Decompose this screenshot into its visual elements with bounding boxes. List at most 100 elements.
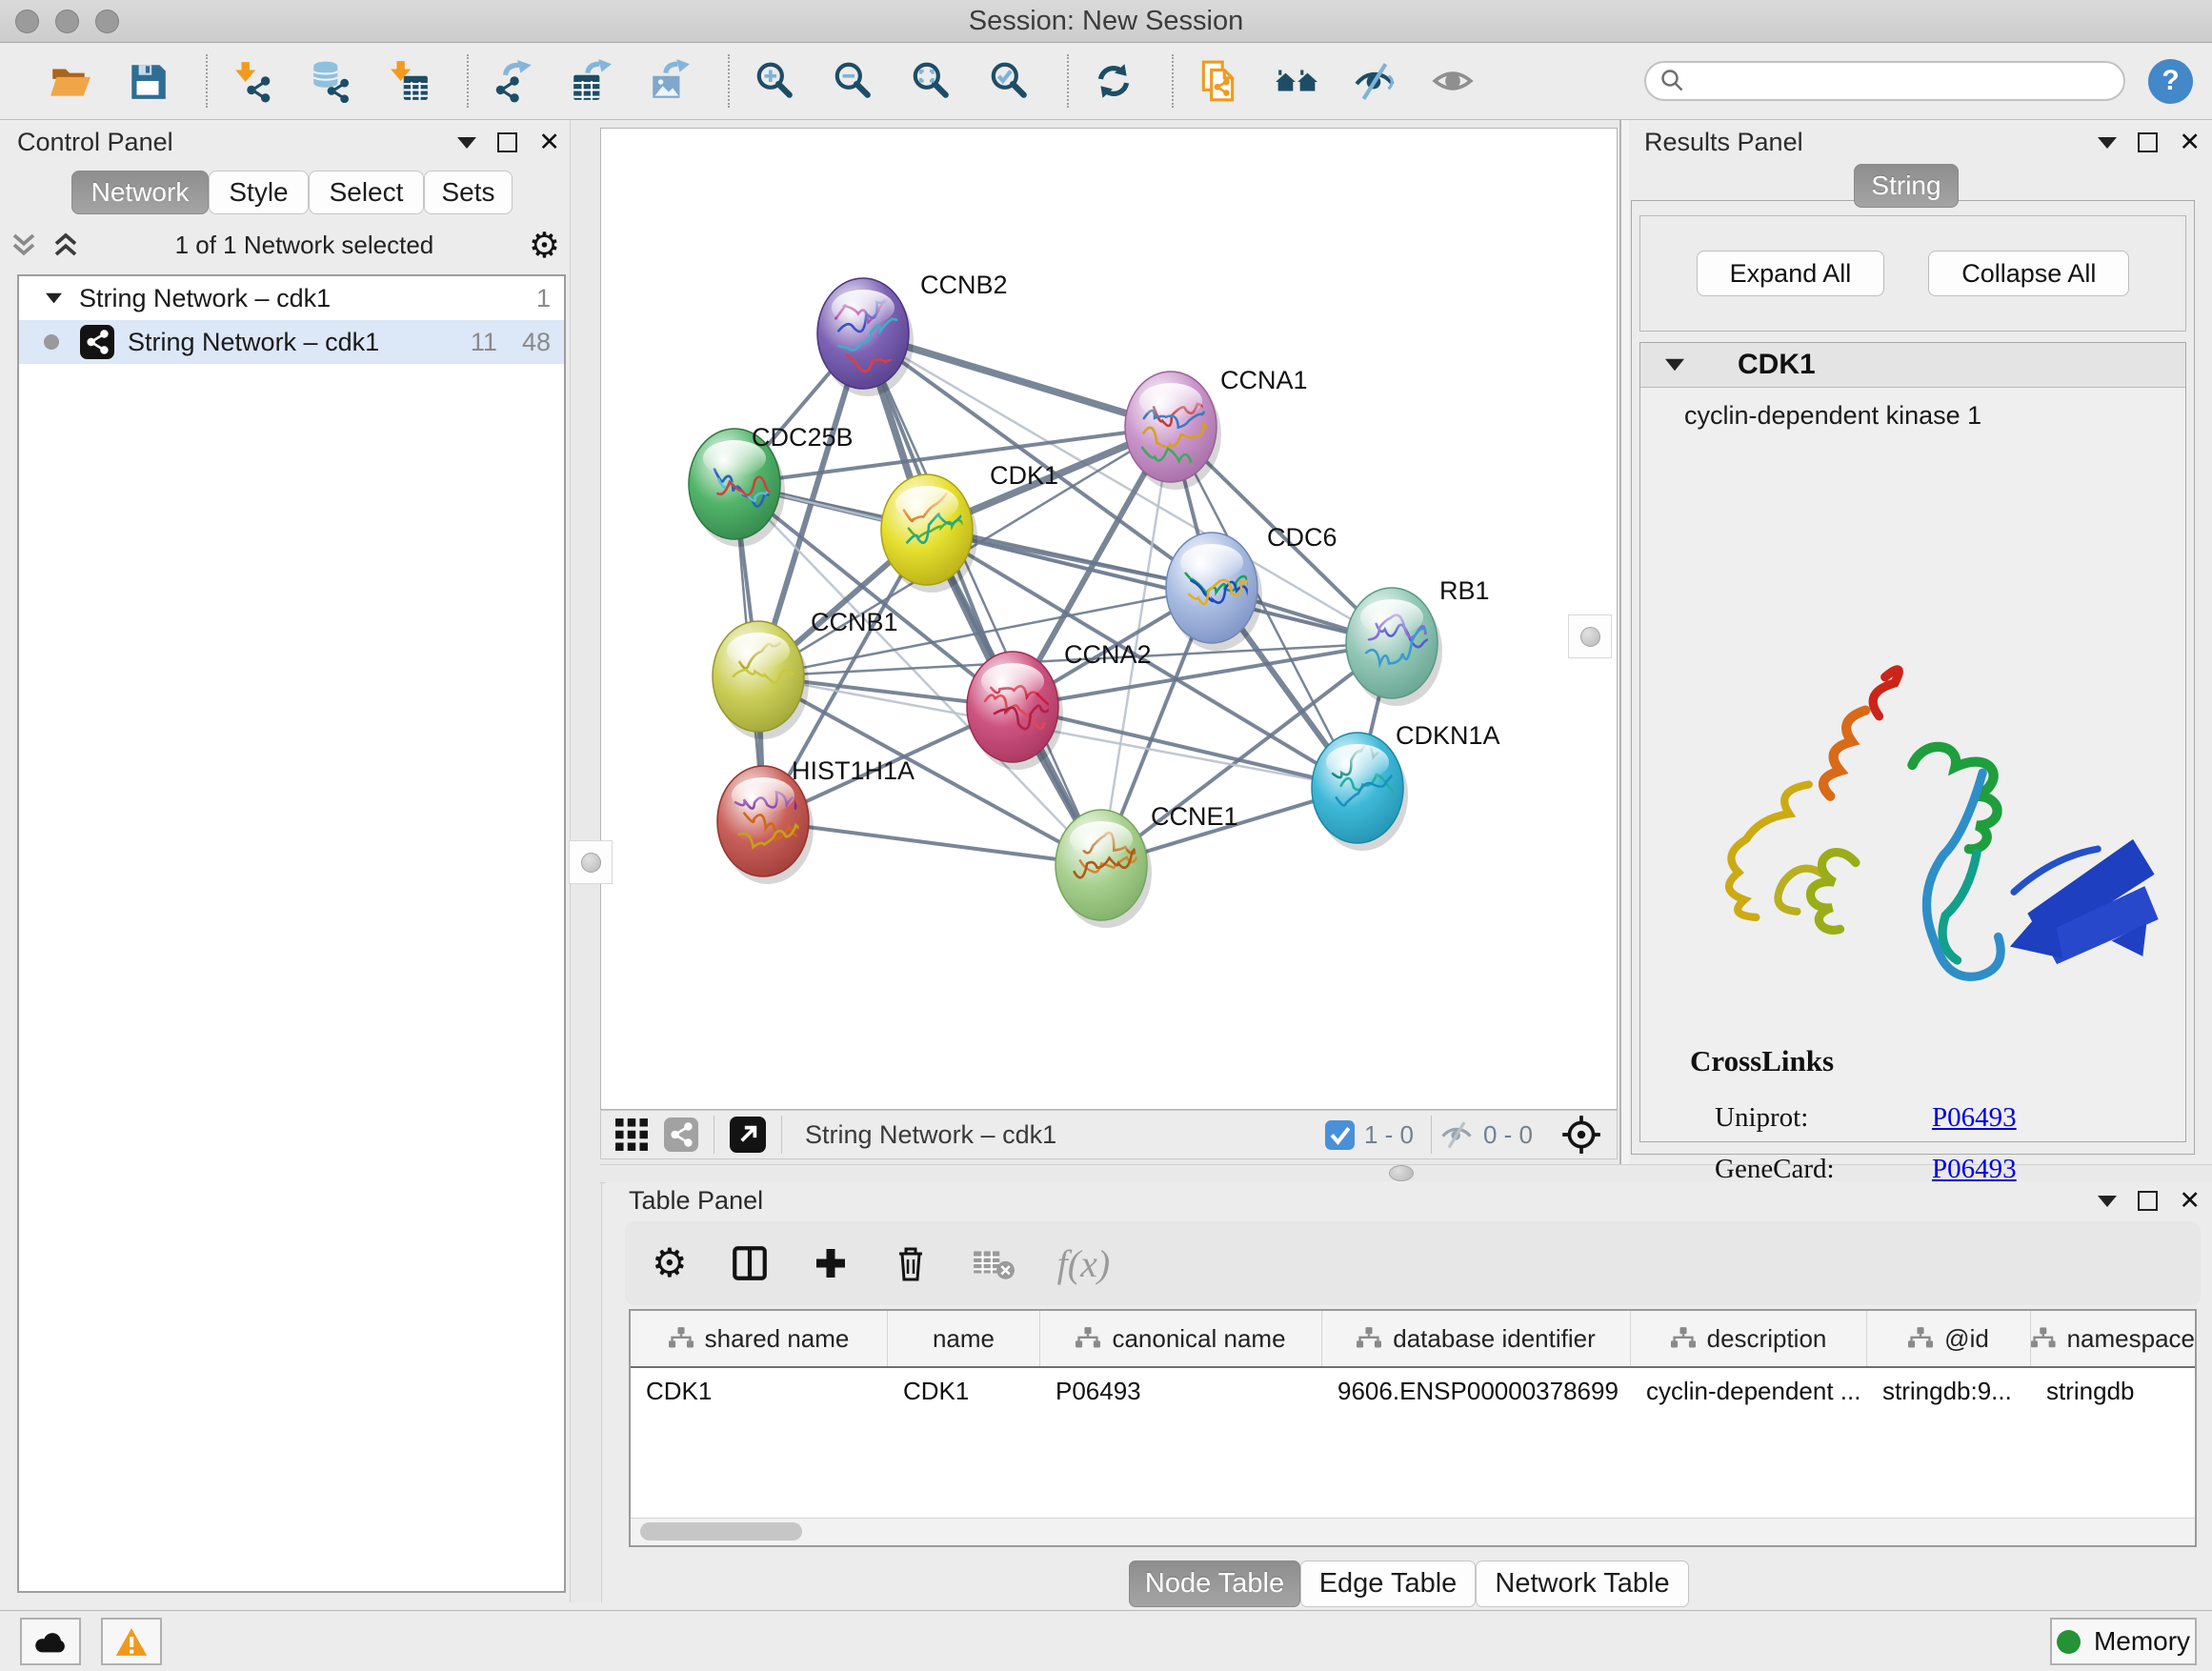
import-network-file-button[interactable] bbox=[225, 53, 280, 109]
maximize-window-button[interactable] bbox=[95, 10, 119, 33]
hierarchy-icon bbox=[2031, 1327, 2056, 1350]
save-session-button[interactable] bbox=[120, 53, 175, 109]
import-table-file-button[interactable] bbox=[381, 53, 436, 109]
export-table-button[interactable] bbox=[564, 53, 619, 109]
birds-eye-crosshair-icon[interactable] bbox=[1559, 1113, 1603, 1157]
panel-menu-icon[interactable] bbox=[457, 137, 476, 149]
table-settings-gear-icon[interactable]: ⚙ bbox=[652, 1243, 688, 1283]
node-label-CDC25B: CDC25B bbox=[752, 423, 854, 452]
section-collapse-icon[interactable] bbox=[1665, 358, 1684, 372]
tab-network-table[interactable]: Network Table bbox=[1476, 1560, 1689, 1607]
zoom-out-button[interactable] bbox=[825, 53, 880, 109]
toolbar-separator bbox=[728, 54, 730, 108]
close-panel-icon[interactable]: ✕ bbox=[538, 130, 560, 155]
network-graph[interactable]: CCNB2CCNA1CDC25BCDK1CDC6RB1CCNB1CCNA2CDK… bbox=[601, 129, 1617, 1109]
memory-button[interactable]: Memory bbox=[2050, 1618, 2197, 1665]
hide-selected-button[interactable] bbox=[1347, 53, 1402, 109]
crosslink-uniprot-link[interactable]: P06493 bbox=[1932, 1102, 2017, 1134]
show-hidden-button[interactable] bbox=[1425, 53, 1480, 109]
selected-checkbox-icon[interactable] bbox=[1325, 1120, 1355, 1150]
network-edge[interactable] bbox=[763, 821, 1101, 865]
panel-menu-icon[interactable] bbox=[2098, 1196, 2117, 1207]
save-floppy-icon bbox=[126, 59, 170, 103]
table-toolbar: ⚙ f(x) bbox=[625, 1221, 2201, 1305]
column-header-id[interactable]: @id bbox=[1867, 1311, 2031, 1366]
gear-icon[interactable]: ⚙ bbox=[529, 228, 560, 263]
close-window-button[interactable] bbox=[15, 10, 39, 33]
network-collection-row[interactable]: String Network – cdk1 1 bbox=[19, 276, 564, 320]
import-network-database-button[interactable] bbox=[303, 53, 358, 109]
cell-description: cyclin-dependent ... bbox=[1631, 1368, 1867, 1414]
function-builder-icon-disabled: f(x) bbox=[1057, 1241, 1111, 1286]
crosslinks-heading: CrossLinks bbox=[1690, 1044, 2166, 1078]
tab-string[interactable]: String bbox=[1854, 164, 1959, 208]
float-panel-icon[interactable] bbox=[2138, 1191, 2158, 1211]
toolbar-separator bbox=[1067, 54, 1069, 108]
right-splitter-handle[interactable] bbox=[1568, 614, 1612, 658]
bottom-splitter-handle[interactable] bbox=[1389, 1165, 1414, 1181]
network-row-selected[interactable]: String Network – cdk1 11 48 bbox=[19, 320, 564, 364]
table-tabs: Node Table Edge Table Network Table bbox=[606, 1560, 2212, 1607]
gene-section-header[interactable]: CDK1 bbox=[1640, 343, 2185, 388]
zoom-in-button[interactable] bbox=[747, 53, 802, 109]
show-all-button[interactable] bbox=[1269, 53, 1324, 109]
cloud-status-button[interactable] bbox=[20, 1618, 81, 1665]
help-button[interactable]: ? bbox=[2148, 59, 2193, 104]
update-network-button[interactable] bbox=[1086, 53, 1141, 109]
network-thumbnail-icon[interactable] bbox=[664, 1117, 698, 1152]
warnings-button[interactable] bbox=[101, 1618, 162, 1665]
left-splitter-handle[interactable] bbox=[569, 840, 613, 884]
control-panel: Control Panel ✕ Network Style Select Set… bbox=[0, 120, 570, 1602]
horizontal-scrollbar[interactable] bbox=[631, 1518, 2195, 1545]
tab-network[interactable]: Network bbox=[71, 171, 209, 214]
show-columns-icon[interactable] bbox=[730, 1243, 770, 1283]
close-panel-icon[interactable]: ✕ bbox=[2179, 1188, 2201, 1214]
tab-sets[interactable]: Sets bbox=[424, 171, 513, 214]
fit-content-button[interactable] bbox=[903, 53, 958, 109]
column-header-canonical-name[interactable]: canonical name bbox=[1040, 1311, 1322, 1366]
column-header-namespace[interactable]: namespace bbox=[2031, 1311, 2195, 1366]
network-canvas[interactable]: CCNB2CCNA1CDC25BCDK1CDC6RB1CCNB1CCNA2CDK… bbox=[600, 128, 1618, 1110]
close-panel-icon[interactable]: ✕ bbox=[2179, 130, 2201, 155]
table-row[interactable]: CDK1 CDK1 P06493 9606.ENSP00000378699 cy… bbox=[631, 1368, 2195, 1414]
panel-menu-icon[interactable] bbox=[2098, 137, 2117, 149]
column-header-description[interactable]: description bbox=[1631, 1311, 1867, 1366]
column-header-name[interactable]: name bbox=[888, 1311, 1040, 1366]
hidden-node-edge-count: 0 - 0 bbox=[1483, 1120, 1533, 1150]
clone-network-button[interactable] bbox=[1191, 53, 1246, 109]
scrollbar-thumb[interactable] bbox=[640, 1522, 802, 1540]
node-label-HIST1H1A: HIST1H1A bbox=[792, 756, 915, 785]
add-column-icon[interactable] bbox=[812, 1244, 850, 1282]
delete-column-trash-icon[interactable] bbox=[892, 1244, 930, 1282]
column-header-database-identifier[interactable]: database identifier bbox=[1322, 1311, 1631, 1366]
delete-table-icon-disabled bbox=[972, 1245, 1016, 1281]
expand-all-networks-icon[interactable] bbox=[51, 232, 80, 258]
float-panel-icon[interactable] bbox=[497, 132, 517, 152]
tree-expand-icon[interactable] bbox=[46, 292, 62, 304]
export-network-button[interactable] bbox=[486, 53, 541, 109]
detach-view-icon[interactable] bbox=[730, 1117, 766, 1153]
collapse-all-button[interactable]: Collapse All bbox=[1928, 251, 2129, 296]
expand-all-button[interactable]: Expand All bbox=[1697, 251, 1885, 296]
import-network-icon bbox=[231, 59, 274, 103]
grid-view-icon[interactable] bbox=[614, 1117, 649, 1152]
zoom-selected-button[interactable] bbox=[981, 53, 1036, 109]
node-label-CDKN1A: CDKN1A bbox=[1396, 721, 1500, 750]
protein-structure-image bbox=[1688, 648, 2183, 1038]
search-field[interactable] bbox=[1644, 61, 2125, 101]
gene-symbol: CDK1 bbox=[1738, 349, 1816, 381]
tab-node-table[interactable]: Node Table bbox=[1129, 1560, 1300, 1607]
tab-style[interactable]: Style bbox=[209, 171, 309, 214]
collapse-all-networks-icon[interactable] bbox=[10, 232, 38, 258]
tab-edge-table[interactable]: Edge Table bbox=[1300, 1560, 1476, 1607]
warning-triangle-icon bbox=[114, 1626, 149, 1658]
float-panel-icon[interactable] bbox=[2138, 132, 2158, 152]
network-edge[interactable] bbox=[863, 333, 1101, 865]
minimize-window-button[interactable] bbox=[55, 10, 79, 33]
open-session-button[interactable] bbox=[42, 53, 97, 109]
search-input[interactable] bbox=[1696, 67, 2110, 96]
tab-select[interactable]: Select bbox=[309, 171, 424, 214]
crosslink-genecard-link[interactable]: P06493 bbox=[1932, 1154, 2017, 1185]
column-header-shared-name[interactable]: shared name bbox=[631, 1311, 888, 1366]
export-image-button[interactable] bbox=[642, 53, 697, 109]
